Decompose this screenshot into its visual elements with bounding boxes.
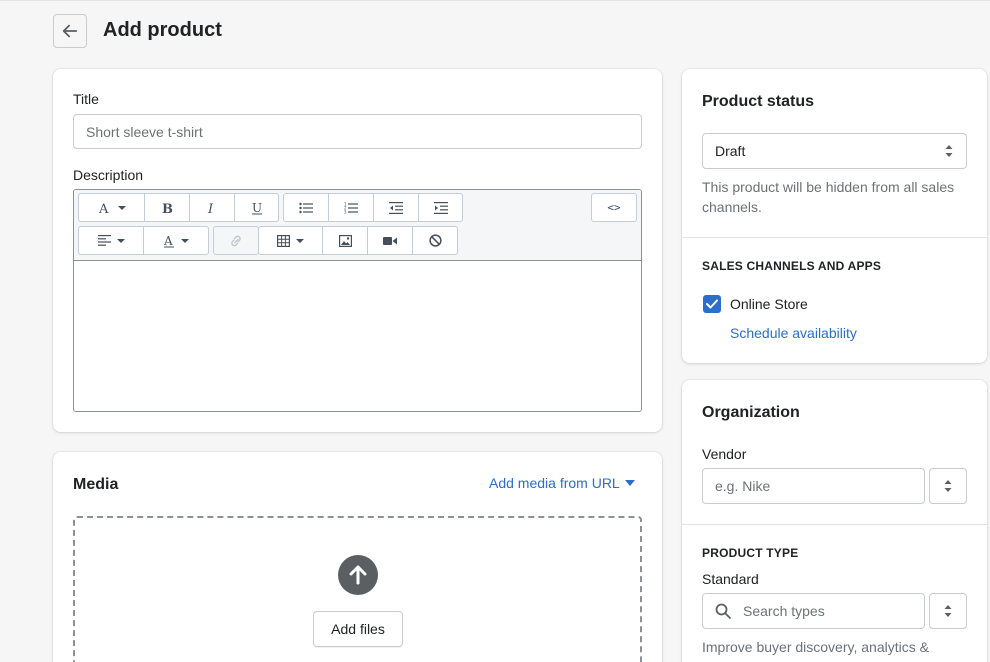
status-help-text: This product will be hidden from all sal… bbox=[702, 179, 955, 215]
vendor-placeholder: e.g. Nike bbox=[715, 478, 771, 494]
product-type-help-text: Improve buyer discovery, analytics & bbox=[702, 639, 929, 655]
top-divider bbox=[0, 0, 990, 1]
schedule-availability-link[interactable]: Schedule availability bbox=[730, 325, 857, 341]
text-color-button[interactable]: A bbox=[144, 227, 208, 254]
chevron-down-icon bbox=[116, 238, 125, 243]
svg-text:B: B bbox=[162, 202, 173, 215]
title-label: Title bbox=[73, 91, 99, 107]
toolbar-group-media bbox=[258, 226, 458, 255]
font-icon: A bbox=[98, 202, 109, 215]
text-color-icon: A bbox=[163, 234, 174, 248]
toolbar-group-align: A bbox=[78, 226, 209, 255]
title-input[interactable]: Short sleeve t-shirt bbox=[73, 114, 642, 149]
product-status-heading: Product status bbox=[702, 93, 815, 110]
status-select[interactable]: Draft bbox=[702, 133, 967, 169]
insert-video-button[interactable] bbox=[368, 227, 413, 254]
toolbar-group-lists: 123 bbox=[283, 193, 463, 222]
align-left-icon bbox=[97, 235, 111, 246]
code-icon: <> bbox=[607, 201, 621, 214]
toolbar-group-insert bbox=[213, 226, 259, 255]
underline-button[interactable]: U bbox=[235, 194, 278, 221]
title-placeholder: Short sleeve t-shirt bbox=[86, 123, 203, 140]
clear-formatting-icon bbox=[428, 234, 442, 247]
bullet-list-button[interactable] bbox=[284, 194, 329, 221]
add-media-url-label: Add media from URL bbox=[489, 475, 620, 491]
insert-table-button[interactable] bbox=[259, 227, 323, 254]
outdent-button[interactable] bbox=[374, 194, 419, 221]
editor-toolbar: A B I U 123 <> A bbox=[74, 190, 641, 261]
product-type-select-button[interactable] bbox=[929, 593, 967, 629]
image-icon bbox=[338, 234, 352, 247]
status-divider bbox=[682, 237, 987, 238]
add-files-label: Add files bbox=[331, 621, 385, 637]
vendor-label: Vendor bbox=[702, 446, 747, 462]
indent-icon bbox=[433, 201, 448, 214]
outdent-icon bbox=[389, 201, 403, 214]
organization-heading: Organization bbox=[702, 404, 800, 421]
select-arrows-icon bbox=[944, 480, 952, 492]
toolbar-group-text: A B I U bbox=[78, 193, 279, 222]
add-files-button[interactable]: Add files bbox=[313, 611, 403, 647]
status-selected-value: Draft bbox=[715, 143, 746, 159]
search-icon bbox=[715, 603, 731, 619]
checkmark-icon bbox=[706, 299, 718, 309]
table-icon bbox=[277, 234, 290, 247]
font-style-button[interactable]: A bbox=[79, 194, 145, 221]
sales-channels-heading: SALES CHANNELS AND APPS bbox=[702, 259, 882, 273]
numbered-list-icon: 123 bbox=[344, 202, 358, 214]
bullet-list-icon bbox=[299, 202, 313, 213]
description-content-area[interactable] bbox=[74, 262, 641, 411]
organization-divider bbox=[682, 524, 987, 525]
description-label: Description bbox=[73, 167, 144, 183]
svg-text:I: I bbox=[207, 202, 214, 215]
back-button[interactable] bbox=[53, 14, 87, 48]
chevron-down-icon bbox=[296, 238, 304, 243]
media-heading: Media bbox=[73, 476, 119, 493]
caret-down-icon bbox=[624, 480, 635, 486]
select-arrows-icon bbox=[944, 605, 952, 617]
html-source-button[interactable]: <> bbox=[592, 194, 636, 221]
insert-image-button[interactable] bbox=[323, 227, 368, 254]
vendor-select-button[interactable] bbox=[929, 468, 967, 504]
video-icon bbox=[383, 236, 397, 245]
indent-button[interactable] bbox=[419, 194, 462, 221]
bold-icon: B bbox=[162, 202, 173, 215]
select-arrows-icon bbox=[945, 145, 953, 157]
align-button[interactable] bbox=[79, 227, 144, 254]
vendor-input[interactable]: e.g. Nike bbox=[702, 468, 925, 504]
search-types-placeholder: Search types bbox=[743, 603, 825, 619]
arrow-left-icon bbox=[62, 24, 78, 38]
svg-text:U: U bbox=[252, 201, 262, 215]
svg-text:A: A bbox=[163, 234, 173, 248]
svg-text:3: 3 bbox=[344, 209, 347, 214]
italic-button[interactable]: I bbox=[190, 194, 235, 221]
italic-icon: I bbox=[207, 202, 214, 215]
numbered-list-button[interactable]: 123 bbox=[329, 194, 374, 221]
toolbar-group-source: <> bbox=[591, 193, 637, 222]
standard-label: Standard bbox=[702, 571, 759, 587]
upload-icon bbox=[338, 555, 378, 595]
online-store-label: Online Store bbox=[730, 296, 808, 312]
underline-icon: U bbox=[251, 201, 262, 215]
chevron-down-icon bbox=[117, 205, 126, 210]
page-title: Add product bbox=[103, 19, 222, 41]
online-store-checkbox[interactable] bbox=[703, 295, 721, 313]
add-media-from-url-link[interactable]: Add media from URL bbox=[489, 475, 635, 491]
svg-text:A: A bbox=[98, 202, 109, 215]
insert-link-button[interactable] bbox=[214, 227, 258, 254]
link-icon bbox=[231, 235, 241, 246]
description-editor: A B I U 123 <> A bbox=[73, 189, 642, 412]
product-type-heading: PRODUCT TYPE bbox=[702, 546, 799, 560]
chevron-down-icon bbox=[181, 238, 189, 243]
product-type-search-input[interactable]: Search types bbox=[702, 593, 925, 629]
clear-formatting-button[interactable] bbox=[413, 227, 457, 254]
bold-button[interactable]: B bbox=[145, 194, 190, 221]
